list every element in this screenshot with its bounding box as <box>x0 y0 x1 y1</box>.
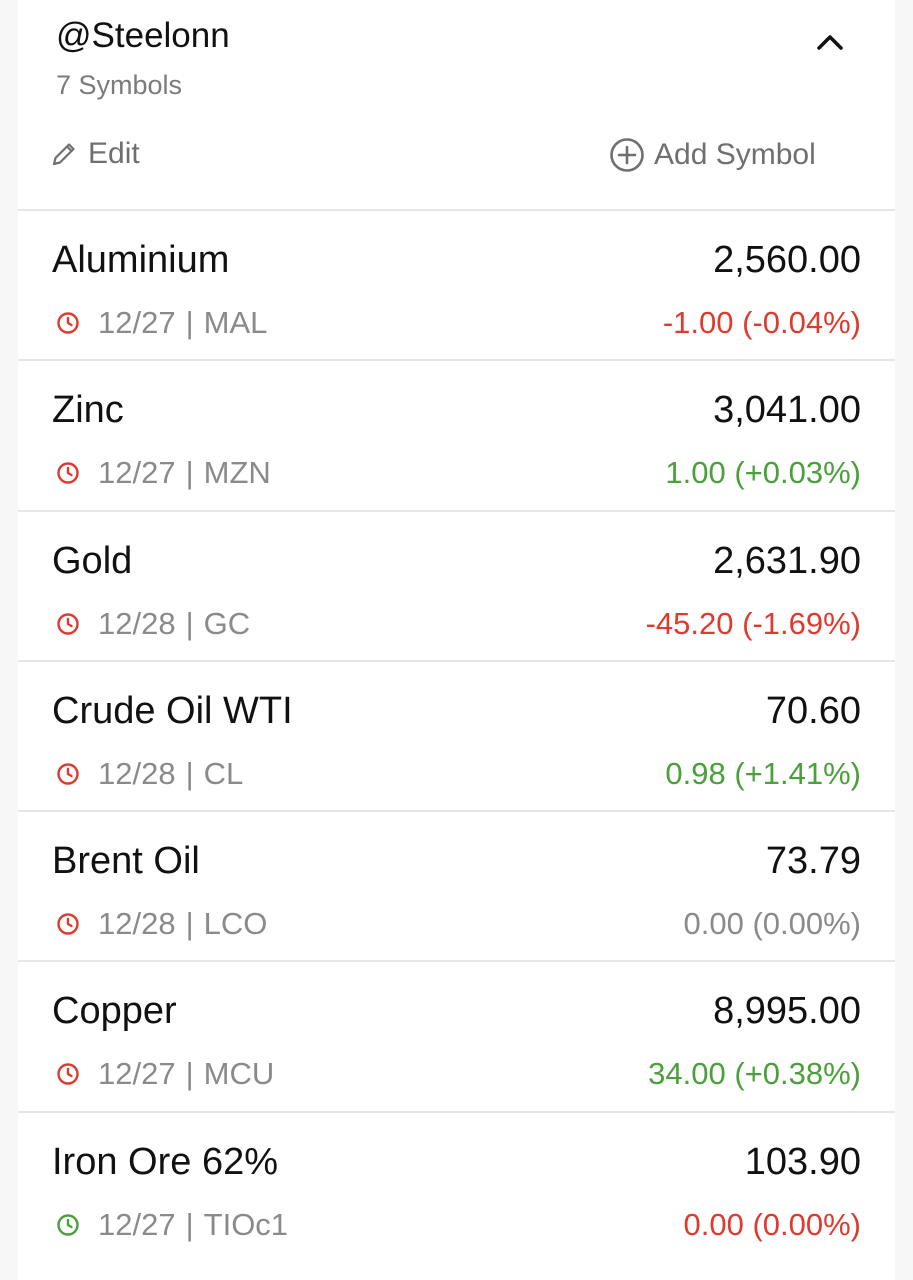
symbol-name: Copper <box>52 990 177 1033</box>
symbol-date: 12/27 <box>98 1056 176 1092</box>
watchlist-header: @Steelonn 7 Symbols Edit Add Symbol <box>18 0 895 211</box>
symbol-row[interactable]: Copper 8,995.00 12/27 | MCU 34.00 (+0.38%) <box>18 962 895 1113</box>
symbol-date: 12/28 <box>98 755 176 791</box>
symbol-ticker: GC <box>203 605 251 641</box>
pencil-icon <box>52 143 75 166</box>
edit-label: Edit <box>88 137 140 170</box>
meta-separator: | <box>185 1056 194 1092</box>
symbol-name: Iron Ore 62% <box>52 1140 278 1183</box>
watchlist-title: @Steelonn <box>56 16 230 55</box>
symbol-price: 103.90 <box>744 1140 861 1183</box>
symbol-meta: 12/27 | MZN <box>56 455 271 491</box>
symbol-change: 34.00 (+0.38%) <box>648 1056 861 1092</box>
symbol-meta: 12/27 | TIOc1 <box>56 1207 288 1243</box>
symbol-meta: 12/27 | MAL <box>56 305 267 341</box>
symbol-row[interactable]: Brent Oil 73.79 12/28 | LCO 0.00 (0.00%) <box>18 812 895 963</box>
plus-circle-icon <box>610 138 644 172</box>
symbol-ticker: MAL <box>203 305 268 340</box>
symbol-price: 73.79 <box>765 840 861 883</box>
meta-separator: | <box>185 906 194 942</box>
meta-separator: | <box>185 305 194 340</box>
symbol-row[interactable]: Aluminium 2,560.00 12/27 | MAL -1.00 (-0.04%) <box>18 211 895 362</box>
symbol-date: 12/27 <box>98 305 176 340</box>
symbol-meta: 12/27 | MCU <box>56 1056 274 1092</box>
collapse-button[interactable] <box>808 22 852 62</box>
symbol-list: Aluminium 2,560.00 12/27 | MAL -1.00 (-0.04%)… <box>18 211 895 1263</box>
clock-icon <box>57 1063 79 1086</box>
symbol-ticker: LCO <box>203 906 268 942</box>
clock-icon <box>57 913 79 935</box>
meta-separator: | <box>185 455 194 491</box>
symbol-name: Aluminium <box>52 239 230 281</box>
symbol-row[interactable]: Iron Ore 62% 103.90 12/27 | TIOc1 0.00 (0.00%… <box>18 1113 895 1263</box>
symbol-ticker: MCU <box>203 1056 275 1092</box>
symbol-change: 0.00 (0.00%) <box>683 906 862 942</box>
symbol-count: 7 Symbols <box>56 70 183 100</box>
symbol-date: 12/28 <box>98 605 176 641</box>
meta-separator: | <box>185 1206 194 1242</box>
symbol-name: Zinc <box>52 389 124 432</box>
symbol-date: 12/27 <box>98 1206 176 1242</box>
edit-button[interactable]: Edit <box>50 137 140 171</box>
symbol-name: Gold <box>52 539 133 582</box>
symbol-price: 2,631.90 <box>713 539 861 582</box>
clock-icon <box>57 1214 79 1236</box>
symbol-price: 70.60 <box>765 689 861 732</box>
symbol-row[interactable]: Crude Oil WTI 70.60 12/28 | CL 0.98 (+1.41%) <box>18 662 895 813</box>
symbol-price: 3,041.00 <box>713 389 861 432</box>
symbol-ticker: MZN <box>203 455 271 491</box>
symbol-change: 0.00 (0.00%) <box>683 1206 862 1242</box>
symbol-date: 12/27 <box>98 455 176 491</box>
watchlist-card: @Steelonn 7 Symbols Edit Add Symbol Alum… <box>18 0 895 1280</box>
symbol-price: 8,995.00 <box>713 990 861 1033</box>
symbol-ticker: TIOc1 <box>203 1206 289 1242</box>
symbol-name: Crude Oil WTI <box>52 689 293 732</box>
symbol-date: 12/28 <box>98 906 176 942</box>
meta-separator: | <box>185 605 194 641</box>
symbol-change: 1.00 (+0.03%) <box>665 455 861 491</box>
clock-icon <box>57 312 79 334</box>
symbol-change: 0.98 (+1.41%) <box>665 755 861 791</box>
symbol-meta: 12/28 | GC <box>56 606 250 642</box>
clock-icon <box>57 612 79 635</box>
add-symbol-label: Add Symbol <box>654 138 816 171</box>
meta-separator: | <box>185 755 194 791</box>
symbol-change: -45.20 (-1.69%) <box>645 605 861 641</box>
symbol-row[interactable]: Gold 2,631.90 12/28 | GC -45.20 (-1.69%) <box>18 512 895 662</box>
chevron-up-icon <box>817 35 843 50</box>
symbol-meta: 12/28 | CL <box>56 756 243 792</box>
add-symbol-button[interactable]: Add Symbol <box>609 137 816 173</box>
symbol-row[interactable]: Zinc 3,041.00 12/27 | MZN 1.00 (+0.03%) <box>18 361 895 512</box>
clock-icon <box>57 462 79 484</box>
clock-icon <box>57 763 79 785</box>
symbol-ticker: CL <box>203 755 244 791</box>
symbol-change: -1.00 (-0.04%) <box>662 305 861 340</box>
symbol-name: Brent Oil <box>52 840 200 883</box>
symbol-price: 2,560.00 <box>713 239 861 281</box>
symbol-meta: 12/28 | LCO <box>56 906 267 942</box>
